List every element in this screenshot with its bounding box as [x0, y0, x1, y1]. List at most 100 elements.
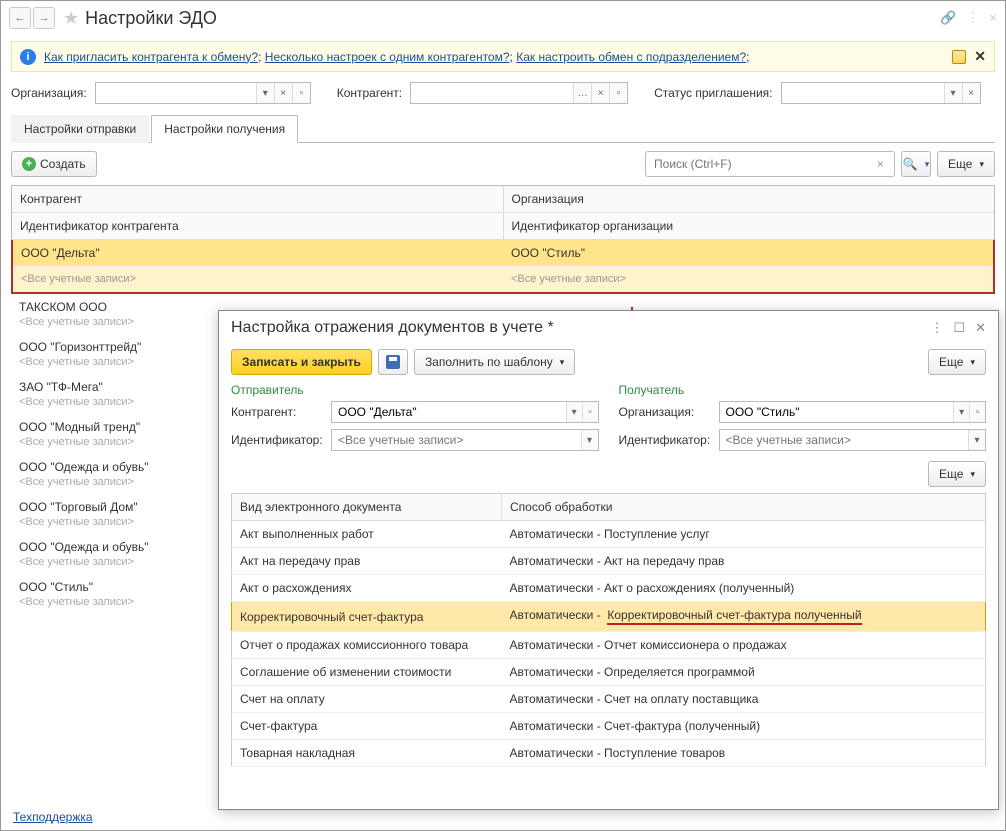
- cell-doctype: Отчет о продажах комиссионного товара: [232, 632, 502, 659]
- status-dropdown[interactable]: ▾: [944, 83, 962, 103]
- col-doctype[interactable]: Вид электронного документа: [232, 494, 502, 521]
- org-label: Организация:: [11, 86, 87, 100]
- search-clear[interactable]: ×: [873, 157, 888, 171]
- close-icon[interactable]: ×: [989, 10, 997, 26]
- org-open[interactable]: ▫: [292, 83, 310, 103]
- dlg-org-dd[interactable]: ▾: [953, 402, 969, 422]
- create-button[interactable]: + Создать: [11, 151, 97, 177]
- dlg-organization-input[interactable]: [720, 402, 954, 422]
- kebab-icon[interactable]: ⋮: [966, 10, 979, 26]
- hl-counterparty[interactable]: ООО "Дельта": [13, 240, 503, 267]
- list-item-sub: <Все учетные записи>: [11, 395, 206, 414]
- support-link[interactable]: Техподдержка: [13, 810, 93, 824]
- org-clear[interactable]: ×: [274, 83, 292, 103]
- dialog-more-button-2[interactable]: Еще▾: [928, 461, 986, 487]
- dlg-id-input-2[interactable]: [720, 430, 969, 450]
- dlg-org-open[interactable]: ▫: [969, 402, 985, 422]
- list-item-sub: <Все учетные записи>: [11, 595, 206, 614]
- dlg-organization-label: Организация:: [619, 405, 719, 419]
- search-button[interactable]: 🔍 ▾: [901, 151, 931, 177]
- table-row[interactable]: Товарная накладнаяАвтоматически - Поступ…: [232, 740, 986, 767]
- table-row[interactable]: Соглашение об изменении стоимостиАвтомат…: [232, 659, 986, 686]
- info-bar: i Как пригласить контрагента к обмену?; …: [11, 41, 995, 72]
- list-item[interactable]: ООО "Одежда и обувь": [11, 454, 206, 475]
- cell-method: Автоматически - Поступление товаров: [502, 740, 986, 767]
- cell-method: Автоматически - Поступление услуг: [502, 521, 986, 548]
- status-input[interactable]: [782, 83, 944, 103]
- list-item-sub: <Все учетные записи>: [11, 555, 206, 574]
- dlg-id2-dd[interactable]: ▾: [968, 430, 985, 450]
- counterparty-input[interactable]: [411, 83, 573, 103]
- dlg-counterparty-input[interactable]: [332, 402, 566, 422]
- link-icon[interactable]: 🔗: [940, 10, 956, 26]
- list-item[interactable]: ООО "Модный тренд": [11, 414, 206, 435]
- list-item[interactable]: ЗАО "ТФ-Мега": [11, 374, 206, 395]
- cp-more[interactable]: …: [573, 83, 591, 103]
- table-row[interactable]: Счет-фактураАвтоматически - Счет-фактура…: [232, 713, 986, 740]
- dialog-close-icon[interactable]: ✕: [975, 320, 986, 336]
- info-close[interactable]: ✕: [974, 48, 986, 65]
- list-item-sub: <Все учетные записи>: [11, 515, 206, 534]
- dlg-id-label-2: Идентификатор:: [619, 433, 719, 447]
- save-close-button[interactable]: Записать и закрыть: [231, 349, 372, 375]
- table-row[interactable]: Корректировочный счет-фактураАвтоматичес…: [232, 602, 986, 632]
- col-counterparty-id[interactable]: Идентификатор контрагента: [12, 213, 504, 240]
- table-row[interactable]: Акт о расхожденияхАвтоматически - Акт о …: [232, 575, 986, 602]
- list-item[interactable]: ТАКСКОМ ООО: [11, 294, 206, 315]
- cell-method: Автоматически - Определяется программой: [502, 659, 986, 686]
- search-input[interactable]: [652, 156, 873, 172]
- list-item[interactable]: ООО "Стиль": [11, 574, 206, 595]
- list-item[interactable]: ООО "Торговый Дом": [11, 494, 206, 515]
- cell-doctype: Счет-фактура: [232, 713, 502, 740]
- dlg-cp-open[interactable]: ▫: [582, 402, 598, 422]
- plus-icon: +: [22, 157, 36, 171]
- cell-method: Автоматически - Отчет комиссионера о про…: [502, 632, 986, 659]
- col-organization-id[interactable]: Идентификатор организации: [504, 213, 995, 240]
- save-button[interactable]: [378, 349, 408, 375]
- table-row[interactable]: Акт на передачу правАвтоматически - Акт …: [232, 548, 986, 575]
- col-method[interactable]: Способ обработки: [502, 494, 986, 521]
- more-button[interactable]: Еще▾: [937, 151, 995, 177]
- cell-doctype: Акт на передачу прав: [232, 548, 502, 575]
- dlg-cp-dd[interactable]: ▾: [566, 402, 582, 422]
- cell-doctype: Акт выполненных работ: [232, 521, 502, 548]
- dlg-id1-dd[interactable]: ▾: [581, 430, 598, 450]
- cell-doctype: Корректировочный счет-фактура: [232, 602, 502, 632]
- col-organization[interactable]: Организация: [504, 186, 995, 213]
- table-row[interactable]: Счет на оплатуАвтоматически - Счет на оп…: [232, 686, 986, 713]
- cp-open[interactable]: ▫: [609, 83, 627, 103]
- info-link-1[interactable]: Как пригласить контрагента к обмену?: [44, 50, 258, 64]
- org-input[interactable]: [96, 83, 256, 103]
- col-counterparty[interactable]: Контрагент: [12, 186, 504, 213]
- forward-button[interactable]: →: [33, 7, 55, 29]
- status-label: Статус приглашения:: [654, 86, 772, 100]
- info-icon: i: [20, 49, 36, 65]
- info-link-3[interactable]: Как настроить обмен с подразделением?: [516, 50, 746, 64]
- cell-method: Автоматически - Счет на оплату поставщик…: [502, 686, 986, 713]
- cell-doctype: Счет на оплату: [232, 686, 502, 713]
- tab-receive[interactable]: Настройки получения: [151, 115, 298, 143]
- book-icon[interactable]: [952, 50, 966, 64]
- counterparty-label: Контрагент:: [337, 86, 402, 100]
- list-item[interactable]: ООО "Одежда и обувь": [11, 534, 206, 555]
- cell-method: Автоматически - Счет-фактура (полученный…: [502, 713, 986, 740]
- cp-clear[interactable]: ×: [591, 83, 609, 103]
- list-item-sub: <Все учетные записи>: [11, 475, 206, 494]
- dialog-more-button[interactable]: Еще▾: [928, 349, 986, 375]
- table-row[interactable]: Акт выполненных работАвтоматически - Пос…: [232, 521, 986, 548]
- dialog-kebab-icon[interactable]: ⋮: [930, 320, 943, 336]
- fill-template-button[interactable]: Заполнить по шаблону▾: [414, 349, 575, 375]
- dlg-id-label-1: Идентификатор:: [231, 433, 331, 447]
- dialog-maximize-icon[interactable]: ☐: [953, 320, 965, 336]
- dialog-window: Настройка отражения документов в учете *…: [218, 310, 999, 810]
- table-row[interactable]: Отчет о продажах комиссионного товараАвт…: [232, 632, 986, 659]
- status-clear[interactable]: ×: [962, 83, 980, 103]
- star-icon[interactable]: ★: [63, 8, 79, 29]
- hl-organization[interactable]: ООО "Стиль": [503, 240, 993, 267]
- org-dropdown[interactable]: ▾: [256, 83, 274, 103]
- tab-send[interactable]: Настройки отправки: [11, 115, 149, 143]
- info-link-2[interactable]: Несколько настроек с одним контрагентом?: [265, 50, 510, 64]
- list-item[interactable]: ООО "Горизонттрейд": [11, 334, 206, 355]
- back-button[interactable]: ←: [9, 7, 31, 29]
- dlg-id-input-1[interactable]: [332, 430, 581, 450]
